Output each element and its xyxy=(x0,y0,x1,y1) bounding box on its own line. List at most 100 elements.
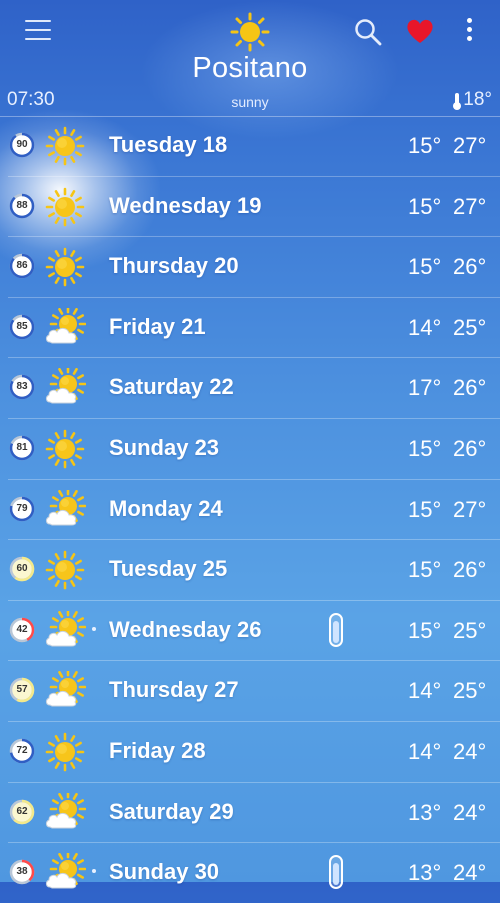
forecast-row[interactable]: 86 Thursday 20 15° 26° xyxy=(8,237,500,298)
max-temp: 26° xyxy=(453,557,487,583)
min-temp: 13° xyxy=(408,860,442,886)
forecast-row[interactable]: 83 Saturday 22 17° 26° xyxy=(8,358,500,419)
weather-index-badge: 38 xyxy=(9,859,35,885)
weather-index-value: 85 xyxy=(16,320,28,332)
current-temp-value: 18° xyxy=(463,89,492,110)
forecast-row[interactable]: 42 Wednesday 26 15° 25° xyxy=(8,601,500,662)
partly-cloudy-icon xyxy=(46,671,86,707)
heart-icon[interactable] xyxy=(405,16,435,46)
weather-index-value: 79 xyxy=(16,502,28,514)
weather-index-badge: 42 xyxy=(9,617,35,643)
day-label: Sunday 23 xyxy=(109,434,220,460)
weather-index-value: 86 xyxy=(16,260,28,272)
sun-icon xyxy=(230,12,270,52)
more-vertical-icon[interactable] xyxy=(462,18,476,46)
min-temp: 14° xyxy=(408,678,442,704)
day-label: Saturday 22 xyxy=(109,374,234,400)
precipitation-dot xyxy=(92,626,96,631)
forecast-row[interactable]: 72 Friday 28 14° 24° xyxy=(8,722,500,783)
day-label: Wednesday 19 xyxy=(109,192,262,218)
max-temp: 25° xyxy=(453,617,487,643)
min-temp: 13° xyxy=(408,799,442,825)
weather-index-value: 60 xyxy=(16,563,28,575)
weather-index-value: 83 xyxy=(16,381,28,393)
weather-index-value: 88 xyxy=(16,199,28,211)
max-temp: 25° xyxy=(453,678,487,704)
search-icon[interactable] xyxy=(354,18,382,46)
max-temp: 27° xyxy=(453,496,487,522)
sun-icon xyxy=(45,187,85,226)
partly-cloudy-icon xyxy=(46,489,86,526)
weather-index-badge: 85 xyxy=(9,314,35,340)
weather-index-value: 42 xyxy=(16,623,28,635)
partly-cloudy-icon xyxy=(46,368,86,404)
min-temp: 17° xyxy=(408,375,442,401)
top-bar: Positano 07:30 sunny 18° xyxy=(0,0,500,116)
weather-index-value: 81 xyxy=(16,441,28,453)
rain-indicator-icon xyxy=(329,612,343,647)
min-temp: 15° xyxy=(408,254,442,280)
forecast-row[interactable]: 60 Tuesday 25 15° 26° xyxy=(8,540,500,601)
forecast-list: 90 Tuesday 18 15° 27° 88 Wednesday 19 15… xyxy=(0,116,500,903)
weather-index-badge: 81 xyxy=(9,435,35,461)
precipitation-dot xyxy=(92,869,96,874)
max-temp: 25° xyxy=(453,314,487,340)
sun-icon xyxy=(45,126,85,166)
weather-index-badge: 57 xyxy=(9,677,35,703)
city-name: Positano xyxy=(192,52,308,84)
partly-cloudy-icon xyxy=(46,610,86,647)
max-temp: 26° xyxy=(453,254,487,280)
weather-index-badge: 79 xyxy=(9,496,35,522)
forecast-row[interactable]: 90 Tuesday 18 15° 27° xyxy=(8,116,500,177)
day-label: Friday 28 xyxy=(109,737,206,763)
day-label: Thursday 27 xyxy=(109,677,239,703)
partly-cloudy-icon xyxy=(46,307,86,344)
weather-index-value: 72 xyxy=(16,744,28,756)
max-temp: 24° xyxy=(453,799,487,825)
max-temp: 27° xyxy=(453,133,487,158)
weather-index-value: 57 xyxy=(16,684,28,696)
weather-index-badge: 90 xyxy=(9,132,35,158)
weather-index-badge: 60 xyxy=(9,556,35,582)
menu-icon[interactable] xyxy=(25,20,51,42)
min-temp: 15° xyxy=(408,557,442,583)
day-label: Thursday 20 xyxy=(109,253,239,279)
partly-cloudy-icon xyxy=(46,792,86,829)
max-temp: 24° xyxy=(453,738,487,764)
forecast-row[interactable]: 85 Friday 21 14° 25° xyxy=(8,298,500,359)
sun-icon xyxy=(45,429,85,469)
sun-icon xyxy=(45,550,85,590)
min-temp: 15° xyxy=(408,496,442,522)
weather-index-value: 90 xyxy=(16,139,28,150)
forecast-row[interactable]: 57 Thursday 27 14° 25° xyxy=(8,661,500,722)
rain-indicator-icon xyxy=(329,855,343,890)
day-label: Saturday 29 xyxy=(109,798,234,824)
sun-icon xyxy=(45,732,85,772)
forecast-row[interactable]: 62 Saturday 29 13° 24° xyxy=(8,783,500,844)
day-label: Tuesday 18 xyxy=(109,132,228,157)
min-temp: 15° xyxy=(408,133,442,158)
day-label: Sunday 30 xyxy=(109,859,220,885)
min-temp: 14° xyxy=(408,314,442,340)
min-temp: 14° xyxy=(408,738,442,764)
forecast-row[interactable]: 81 Sunday 23 15° 26° xyxy=(8,419,500,480)
min-temp: 15° xyxy=(408,193,442,219)
current-condition: sunny xyxy=(231,94,269,110)
max-temp: 26° xyxy=(453,375,487,401)
weather-index-badge: 86 xyxy=(9,253,35,279)
day-label: Friday 21 xyxy=(109,313,206,339)
forecast-row[interactable]: 38 Sunday 30 13° 24° xyxy=(8,843,500,903)
forecast-row[interactable]: 88 Wednesday 19 15° 27° xyxy=(8,177,500,238)
max-temp: 26° xyxy=(453,435,487,461)
day-label: Tuesday 25 xyxy=(109,556,228,582)
weather-index-value: 38 xyxy=(16,866,28,878)
thermometer-icon xyxy=(453,93,462,110)
weather-index-badge: 83 xyxy=(9,374,35,400)
weather-index-badge: 62 xyxy=(9,799,35,825)
day-label: Monday 24 xyxy=(109,495,223,521)
forecast-row[interactable]: 79 Monday 24 15° 27° xyxy=(8,480,500,541)
sun-icon xyxy=(45,247,85,287)
current-temperature: 18° xyxy=(453,89,492,111)
max-temp: 27° xyxy=(453,193,487,219)
weather-index-badge: 72 xyxy=(9,738,35,764)
